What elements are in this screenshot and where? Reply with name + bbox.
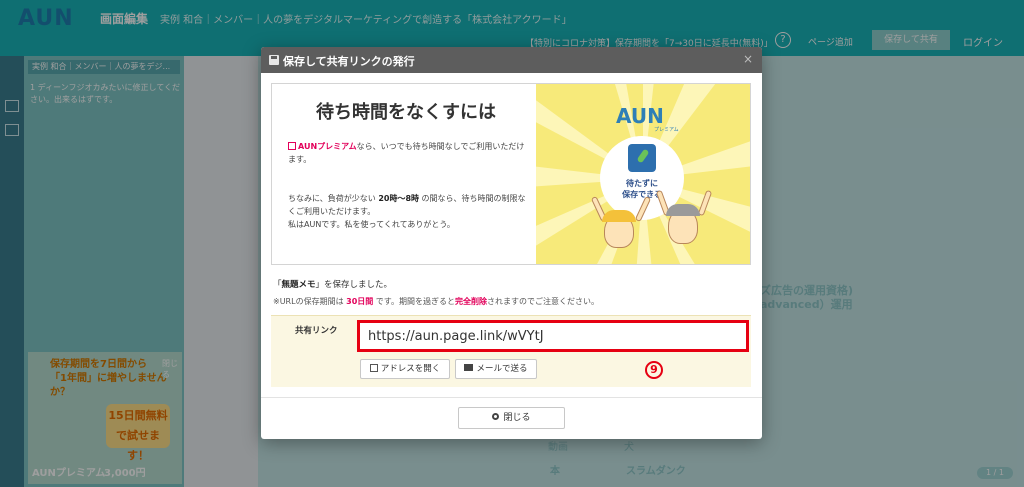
- promo-paragraph: ちなみに、負荷が少ない 20時～8時 の間なら、待ち時間の制限なくご利用いただけ…: [288, 194, 526, 229]
- external-link-icon: [288, 142, 296, 150]
- dialog-title: 保存して共有リンクの発行: [283, 55, 415, 68]
- annotation-number-badge: 9: [645, 361, 663, 379]
- promo-illustration: AUN プレミアム 待たずに 保存できる: [536, 84, 750, 264]
- external-link-icon: [369, 364, 378, 372]
- person-hair: [666, 204, 700, 216]
- premium-link[interactable]: AUNプレミアム: [298, 142, 357, 151]
- promo-paragraph: AUNプレミアムなら、いつでも待ち時間なしでご利用いただけます。: [288, 142, 525, 164]
- premium-promo: 待ち時間をなくすには AUNプレミアムなら、いつでも待ち時間なしでご利用いただけ…: [271, 83, 751, 265]
- person-hair: [602, 210, 636, 222]
- share-url-input[interactable]: [357, 320, 749, 352]
- floppy-disk-icon: [269, 55, 279, 65]
- circle-dot-icon: [492, 413, 500, 420]
- open-address-button[interactable]: アドレスを開く: [360, 359, 450, 379]
- saved-message: 「無題メモ」を保存しました。: [273, 280, 393, 290]
- promo-text-area: 待ち時間をなくすには AUNプレミアムなら、いつでも待ち時間なしでご利用いただけ…: [272, 84, 536, 264]
- share-link-dialog: 保存して共有リンクの発行 × 待ち時間をなくすには AUNプレミアムなら、いつで…: [261, 47, 762, 439]
- footer-divider: [261, 397, 762, 398]
- share-link-label: 共有リンク: [295, 326, 338, 336]
- promo-circle-text: 待たずに 保存できる: [622, 179, 662, 199]
- logo-caption: プレミアム: [654, 127, 679, 133]
- close-button[interactable]: 閉じる: [458, 407, 565, 429]
- rocket-icon: [628, 144, 656, 172]
- share-link-section: 共有リンク アドレスを開く メールで送る 9: [271, 315, 751, 387]
- close-icon[interactable]: ×: [743, 52, 753, 66]
- aun-premium-logo: AUN: [616, 104, 664, 128]
- send-email-button[interactable]: メールで送る: [455, 359, 537, 379]
- retention-notice: ※URLの保存期間は 30日間 です。期間を過ぎると完全削除されますのでご注意く…: [273, 297, 600, 306]
- promo-title: 待ち時間をなくすには: [316, 102, 496, 123]
- dialog-header: 保存して共有リンクの発行 ×: [261, 47, 762, 73]
- envelope-icon: [464, 364, 474, 371]
